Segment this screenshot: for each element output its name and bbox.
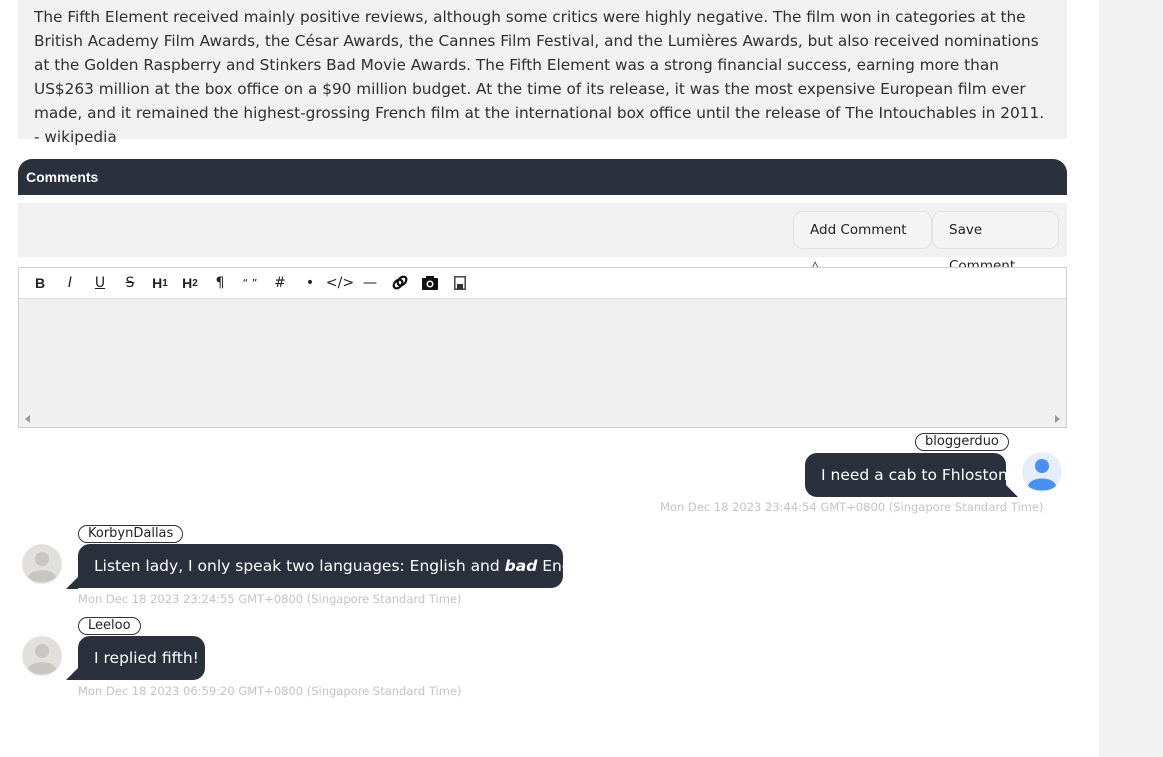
- avatar: [22, 544, 62, 584]
- comment-editor[interactable]: B I U S H1 H2 ¶ “ ” # • </> —: [18, 267, 1067, 428]
- save-icon[interactable]: [445, 271, 475, 295]
- strikethrough-icon[interactable]: S: [115, 271, 145, 295]
- code-icon[interactable]: </>: [325, 271, 355, 295]
- comments-header: Comments: [18, 159, 1067, 195]
- camera-icon[interactable]: [415, 271, 445, 295]
- article-text: The Fifth Element received mainly positi…: [18, 0, 1067, 146]
- message-username: bloggerduo: [915, 433, 1009, 451]
- heading1-icon[interactable]: H1: [145, 271, 175, 295]
- hash-icon[interactable]: #: [265, 271, 295, 295]
- add-comment-button[interactable]: Add Comment △: [793, 211, 932, 274]
- horizontal-rule-icon[interactable]: —: [355, 271, 385, 295]
- heading2-icon[interactable]: H2: [175, 271, 205, 295]
- message-username: KorbynDallas: [78, 525, 184, 543]
- avatar: [22, 636, 62, 676]
- main-content: The Fifth Element received mainly positi…: [18, 0, 1067, 428]
- italic-icon[interactable]: I: [55, 271, 85, 295]
- message-username: Leeloo: [78, 617, 141, 635]
- editor-toolbar: B I U S H1 H2 ¶ “ ” # • </> —: [19, 268, 1066, 299]
- underline-icon[interactable]: U: [85, 271, 115, 295]
- message-bubble: I replied fifth!: [78, 636, 205, 680]
- comment-actions-bar: Add Comment △ Save Comment: [18, 203, 1067, 274]
- message-text: English.: [537, 557, 604, 575]
- scroll-left-arrow-icon[interactable]: [25, 415, 30, 423]
- avatar: [1022, 452, 1062, 492]
- quote-icon[interactable]: “ ”: [235, 271, 265, 295]
- right-sidebar-background: [1099, 0, 1163, 757]
- bullet-icon[interactable]: •: [295, 271, 325, 295]
- message-bubble: I need a cab to Fhloston: [805, 453, 1008, 497]
- bubble-tail: [66, 577, 78, 589]
- message-timestamp: Mon Dec 18 2023 23:24:55 GMT+0800 (Singa…: [78, 592, 462, 606]
- save-comment-button[interactable]: Save Comment: [932, 211, 1059, 274]
- message-text: Listen lady, I only speak two languages:…: [94, 557, 505, 575]
- message-bubble: Listen lady, I only speak two languages:…: [78, 544, 603, 588]
- scroll-right-arrow-icon[interactable]: [1055, 415, 1060, 423]
- bubble-tail: [1006, 485, 1018, 497]
- paragraph-icon[interactable]: ¶: [205, 271, 235, 295]
- link-icon[interactable]: [385, 271, 415, 295]
- message-timestamp: Mon Dec 18 2023 06:59:20 GMT+0800 (Singa…: [78, 684, 462, 698]
- bold-icon[interactable]: B: [25, 271, 55, 295]
- message-timestamp: Mon Dec 18 2023 23:44:54 GMT+0800 (Singa…: [660, 500, 1044, 514]
- bubble-tail: [66, 668, 78, 680]
- message-emphasis: bad: [504, 557, 538, 575]
